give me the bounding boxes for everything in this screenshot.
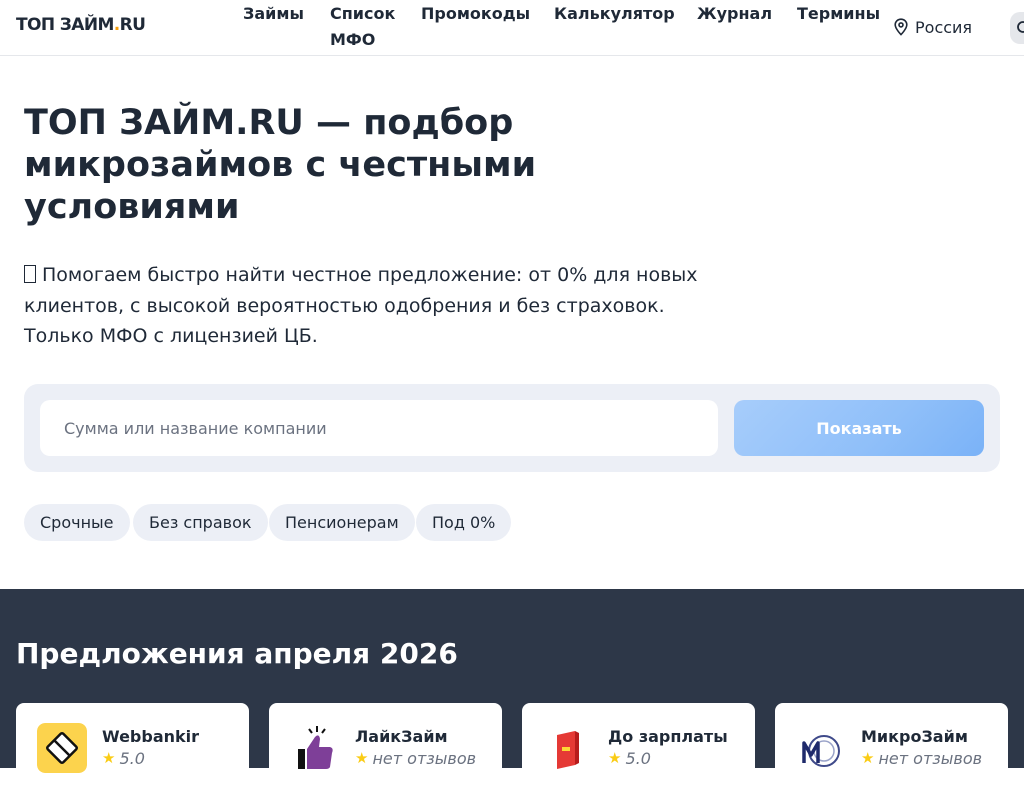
nav-item-terms[interactable]: Термины	[797, 1, 880, 27]
nav-item-loans[interactable]: Займы	[243, 1, 304, 27]
nav-item-promocodes[interactable]: Промокоды	[421, 1, 530, 27]
offers-section: Предложения апреля 2026 Webbankir ★ 5.0	[0, 589, 1024, 793]
region-selector[interactable]: Россия	[893, 16, 972, 38]
chip-pensioners[interactable]: Пенсионерам	[269, 504, 415, 541]
chip-no-documents[interactable]: Без справок	[133, 504, 268, 541]
webbankir-logo-icon	[37, 723, 87, 773]
dozarplaty-logo-icon	[543, 723, 593, 773]
offer-rating: ★ нет отзывов	[355, 748, 477, 768]
site-header: ТОП ЗАЙМ.RU Займы Список МФО Промокоды К…	[0, 0, 1024, 56]
chip-zero-percent[interactable]: Под 0%	[416, 504, 512, 541]
show-button[interactable]: Показать	[734, 400, 984, 456]
offer-card-dozarplaty[interactable]: До зарплаты ★ 5.0	[522, 703, 755, 793]
offer-card-mikrozaim[interactable]: МикроЗайм ★ нет отзывов	[775, 703, 1008, 793]
offer-card-webbankir[interactable]: Webbankir ★ 5.0	[16, 703, 249, 793]
chip-urgent[interactable]: Срочные	[24, 504, 130, 541]
offer-name: Webbankir	[102, 727, 200, 746]
offer-name: До зарплаты	[608, 727, 728, 746]
nav-item-calculator[interactable]: Калькулятор	[554, 1, 675, 27]
location-pin-icon	[893, 18, 909, 36]
like-thumb-logo-icon	[290, 723, 340, 773]
offer-rating: ★ 5.0	[102, 748, 145, 768]
hero-description: Помогаем быстро найти честное предложени…	[24, 264, 698, 347]
nav-item-journal[interactable]: Журнал	[697, 1, 772, 27]
page-title: ТОП ЗАЙМ.RU — подбор микрозаймов с честн…	[24, 103, 537, 227]
offer-name: ЛайкЗайм	[355, 727, 448, 746]
star-icon: ★	[355, 749, 369, 767]
star-icon: ★	[102, 749, 116, 767]
header-search-button[interactable]	[1010, 12, 1024, 44]
offer-card-likezaim[interactable]: ЛайкЗайм ★ нет отзывов	[269, 703, 502, 793]
search-input[interactable]	[40, 400, 718, 456]
search-panel: Показать	[24, 384, 1000, 472]
offers-title: Предложения апреля 2026	[16, 637, 458, 670]
region-label: Россия	[915, 17, 973, 37]
missing-glyph-icon	[24, 265, 36, 283]
site-logo[interactable]: ТОП ЗАЙМ.RU	[16, 15, 146, 35]
offer-rating: ★ 5.0	[608, 748, 651, 768]
offer-rating: ★ нет отзывов	[861, 748, 983, 768]
star-icon: ★	[608, 749, 622, 767]
offer-name: МикроЗайм	[861, 727, 968, 746]
star-icon: ★	[861, 749, 875, 767]
nav-item-mfo-list[interactable]: Список МФО	[330, 1, 400, 53]
mikrozaim-logo-icon	[796, 723, 846, 773]
